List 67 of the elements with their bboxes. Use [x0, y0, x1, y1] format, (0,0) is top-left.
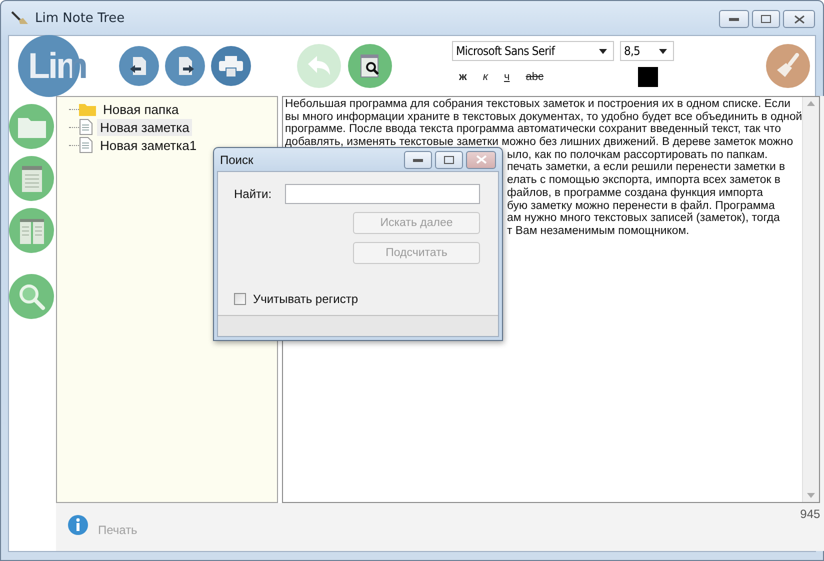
dialog-title: Поиск [220, 152, 254, 166]
minimize-icon [729, 17, 739, 21]
note-icon [79, 119, 93, 135]
underline-button[interactable]: ч [502, 68, 512, 86]
note-text-line: Небольшая программа для собрания текстовых заметок и построения их в одном списке. Если [285, 98, 790, 110]
scroll-down-icon[interactable] [807, 493, 816, 498]
character-count: 945 [800, 507, 820, 521]
note-text-line: бую заметку можно перенести в файл. Программа [507, 200, 775, 212]
font-size-dropdown[interactable]: 8,5 [620, 41, 674, 61]
text-color-swatch[interactable] [638, 67, 658, 87]
maximize-icon [761, 15, 771, 23]
undo-icon [306, 55, 332, 77]
checkbox-label: Учитывать регистр [253, 292, 358, 306]
printer-icon [218, 54, 244, 78]
new-folder-button[interactable] [9, 104, 54, 149]
note-text-line: файлов, в программе создана функция импорта [507, 186, 764, 199]
split-note-button[interactable] [9, 208, 54, 253]
note-text-line: программе. После ввода текста программа автоматически сохранит введенный текст, так что [285, 123, 781, 136]
tree-item[interactable]: Новая заметка [97, 118, 192, 136]
search-icon [18, 282, 46, 310]
maximize-button[interactable] [752, 10, 780, 28]
close-button[interactable] [783, 10, 815, 28]
dropdown-arrow-icon [659, 48, 667, 54]
note-text-line: т Вам незаменимым помощником. [507, 224, 690, 237]
brush-icon [775, 53, 801, 79]
brush-button[interactable] [766, 44, 810, 88]
find-note-button[interactable] [348, 44, 392, 88]
minimize-icon [413, 158, 423, 162]
close-button[interactable] [466, 150, 496, 168]
strike-button[interactable]: abc [524, 68, 546, 86]
note-text-line: добавлять, изменять текстовые заметки можно без лишних движений. В дереве заметок можно [285, 136, 794, 148]
search-button[interactable] [9, 274, 54, 319]
note-text-line: вы много информации храните в текстовых документах, то удобно будет все объединить в одной [285, 110, 802, 123]
note-icon [79, 137, 93, 153]
export-button[interactable] [165, 46, 205, 86]
find-label: Найти: [234, 187, 273, 201]
app-brush-icon [11, 10, 29, 26]
note-text-line: печать заметки, а если решили перенести заметки в [507, 161, 786, 174]
print-button[interactable] [211, 46, 251, 86]
folder-icon [79, 102, 96, 116]
scrollbar[interactable] [802, 97, 820, 502]
tree-item[interactable]: Новая папка [100, 100, 182, 118]
window-title: Lim Note Tree [35, 10, 125, 26]
status-label: Печать [98, 523, 138, 537]
find-field[interactable] [285, 184, 480, 204]
folder-icon [18, 116, 46, 138]
tree-item[interactable]: Новая заметка1 [97, 136, 200, 154]
minimize-button[interactable] [719, 10, 749, 28]
font-dropdown[interactable]: Microsoft Sans Serif [452, 41, 614, 61]
close-icon [476, 155, 486, 164]
note-text-line: елать с помощью экспорта, импорта всех заметок в [507, 174, 780, 186]
minimize-button[interactable] [404, 150, 432, 168]
note-text-line: ам нужно много текстовых записей (заметок), тогда [507, 212, 780, 224]
import-button[interactable] [119, 46, 159, 86]
scroll-up-icon[interactable] [807, 101, 816, 106]
close-icon [794, 14, 804, 24]
info-icon [68, 515, 88, 535]
maximize-button[interactable] [435, 150, 463, 168]
italic-button[interactable]: к [480, 68, 490, 86]
dropdown-arrow-icon [599, 48, 607, 54]
match-case-checkbox[interactable] [234, 293, 246, 305]
bold-button[interactable]: ж [457, 68, 469, 86]
note-text-line: ыло, как по полочкам рассортировать по папкам. [507, 148, 768, 161]
split-note-icon [18, 216, 44, 244]
maximize-icon [444, 156, 454, 164]
new-note-button[interactable] [9, 156, 54, 201]
note-icon [20, 164, 44, 192]
